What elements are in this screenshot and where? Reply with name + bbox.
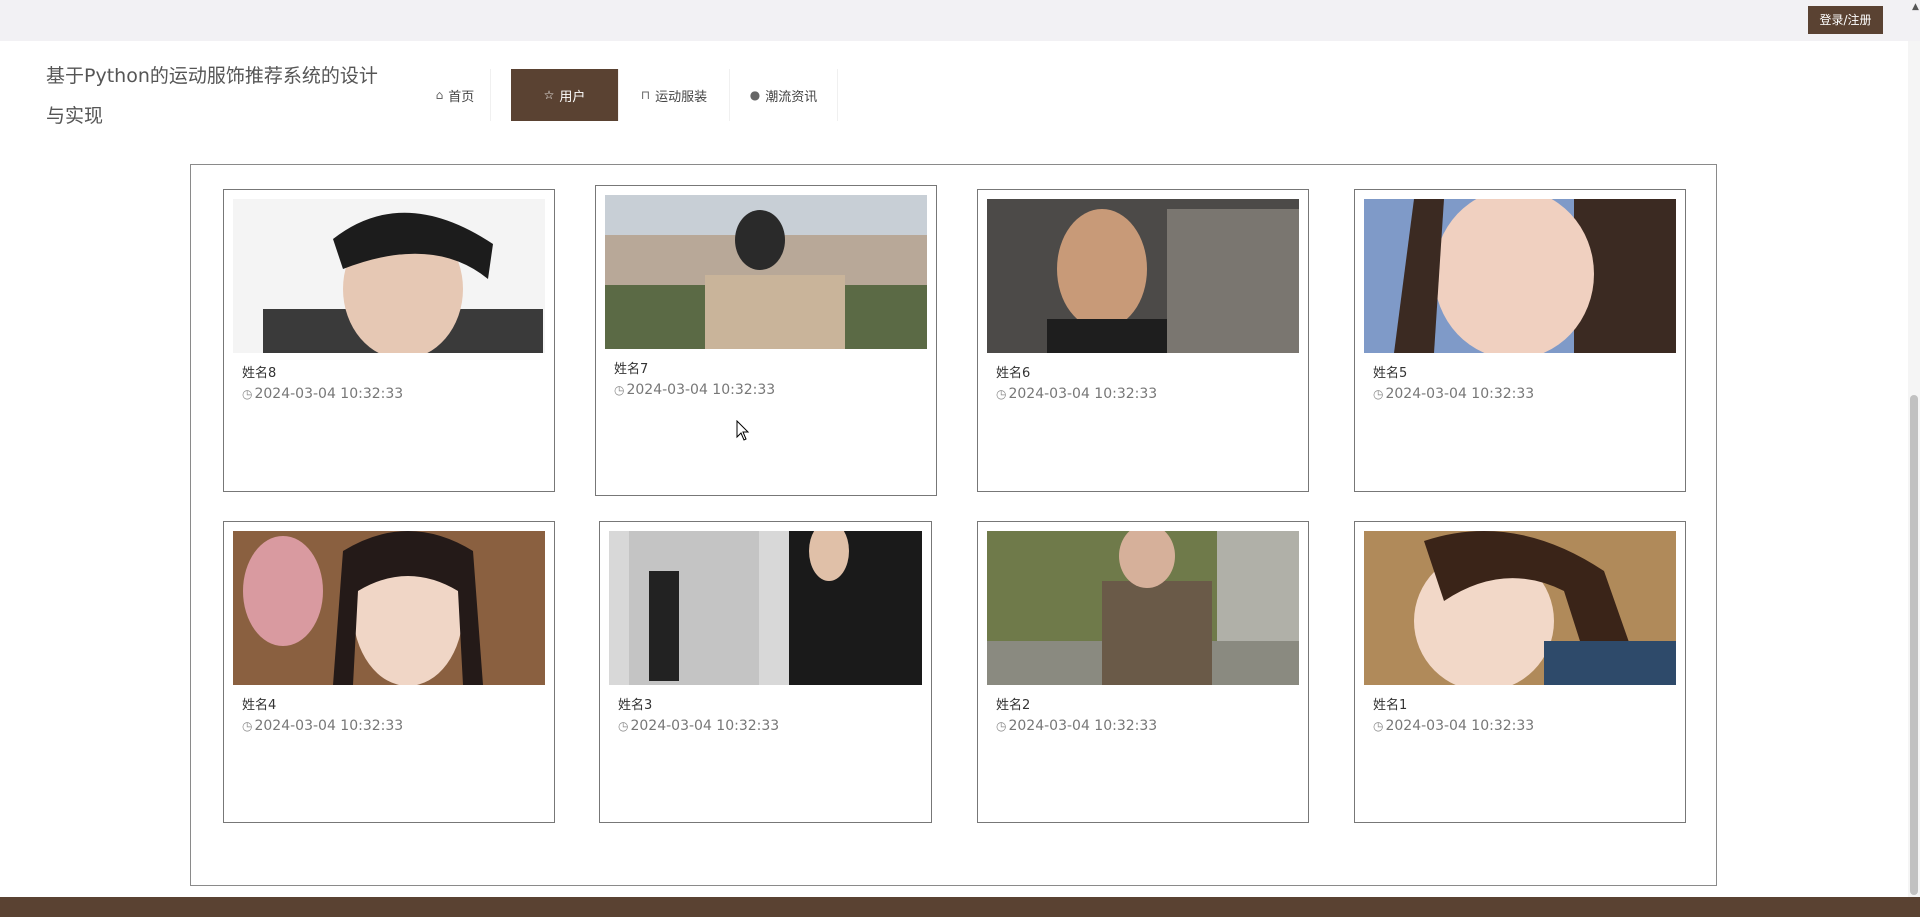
nav-clothing-label: 运动服装: [655, 89, 708, 105]
main-nav: ⌂ 首页 ☆ 用户 ⊓ 运动服装 ● 潮流资讯: [420, 69, 838, 121]
nav-trend-news[interactable]: ● 潮流资讯: [730, 69, 838, 121]
user-time-value: 2024-03-04 10:32:33: [1008, 386, 1158, 402]
home-icon: ⌂: [435, 88, 444, 102]
user-time: ◷ 2024-03-04 10:32:33: [242, 386, 403, 402]
user-card[interactable]: 姓名7 ◷ 2024-03-04 10:32:33: [595, 185, 937, 496]
user-card[interactable]: 姓名8 ◷ 2024-03-04 10:32:33: [223, 189, 555, 492]
login-register-button[interactable]: 登录/注册: [1808, 6, 1883, 34]
user-time-value: 2024-03-04 10:32:33: [1385, 386, 1535, 402]
user-name: 姓名5: [1373, 366, 1408, 381]
user-time: ◷ 2024-03-04 10:32:33: [996, 718, 1157, 734]
user-photo: [987, 199, 1299, 353]
user-time-value: 2024-03-04 10:32:33: [254, 718, 404, 734]
user-card[interactable]: 姓名2 ◷ 2024-03-04 10:32:33: [977, 521, 1309, 823]
user-name: 姓名3: [618, 698, 653, 713]
scrollbar-thumb[interactable]: [1910, 395, 1918, 895]
user-card[interactable]: 姓名4 ◷ 2024-03-04 10:32:33: [223, 521, 555, 823]
user-time-value: 2024-03-04 10:32:33: [1008, 718, 1158, 734]
user-photo: [1364, 199, 1676, 353]
nav-users[interactable]: ☆ 用户: [511, 69, 619, 121]
user-time: ◷ 2024-03-04 10:32:33: [242, 718, 403, 734]
user-card[interactable]: 姓名1 ◷ 2024-03-04 10:32:33: [1354, 521, 1686, 823]
user-photo: [609, 531, 922, 685]
user-card[interactable]: 姓名3 ◷ 2024-03-04 10:32:33: [599, 521, 932, 823]
clock-icon: ◷: [996, 719, 1007, 733]
user-photo: [233, 199, 545, 353]
scroll-up-icon[interactable]: ▲: [1912, 2, 1919, 12]
user-time-value: 2024-03-04 10:32:33: [630, 718, 780, 734]
user-time: ◷ 2024-03-04 10:32:33: [614, 382, 775, 398]
user-name: 姓名6: [996, 366, 1031, 381]
site-title: 基于Python的运动服饰推荐系统的设计与实现: [46, 65, 378, 127]
user-photo: [233, 531, 545, 685]
user-photo: [1364, 531, 1676, 685]
info-icon: ●: [749, 88, 761, 102]
user-name: 姓名1: [1373, 698, 1408, 713]
user-card[interactable]: 姓名5 ◷ 2024-03-04 10:32:33: [1354, 189, 1686, 492]
user-name: 姓名4: [242, 698, 277, 713]
clock-icon: ◷: [1373, 387, 1384, 401]
user-time-value: 2024-03-04 10:32:33: [1385, 718, 1535, 734]
nav-home-label: 首页: [448, 89, 475, 105]
mouse-cursor-icon: [736, 419, 750, 446]
user-time: ◷ 2024-03-04 10:32:33: [1373, 386, 1534, 402]
nav-sports-clothing[interactable]: ⊓ 运动服装: [619, 69, 730, 121]
user-time: ◷ 2024-03-04 10:32:33: [996, 386, 1157, 402]
star-icon: ☆: [543, 88, 555, 102]
clock-icon: ◷: [242, 719, 253, 733]
user-photo: [987, 531, 1299, 685]
user-card[interactable]: 姓名6 ◷ 2024-03-04 10:32:33: [977, 189, 1309, 492]
bag-icon: ⊓: [640, 88, 651, 102]
user-time-value: 2024-03-04 10:32:33: [626, 382, 776, 398]
clock-icon: ◷: [614, 383, 625, 397]
user-name: 姓名7: [614, 362, 649, 377]
user-time-value: 2024-03-04 10:32:33: [254, 386, 404, 402]
clock-icon: ◷: [1373, 719, 1384, 733]
clock-icon: ◷: [242, 387, 253, 401]
nav-users-label: 用户: [559, 89, 586, 105]
user-name: 姓名2: [996, 698, 1031, 713]
user-photo: [605, 195, 927, 349]
top-bar: [0, 0, 1920, 41]
footer-bar: [0, 897, 1920, 917]
user-time: ◷ 2024-03-04 10:32:33: [1373, 718, 1534, 734]
user-time: ◷ 2024-03-04 10:32:33: [618, 718, 779, 734]
clock-icon: ◷: [618, 719, 629, 733]
nav-news-label: 潮流资讯: [765, 89, 818, 105]
user-name: 姓名8: [242, 366, 277, 381]
clock-icon: ◷: [996, 387, 1007, 401]
nav-home[interactable]: ⌂ 首页: [420, 69, 491, 121]
